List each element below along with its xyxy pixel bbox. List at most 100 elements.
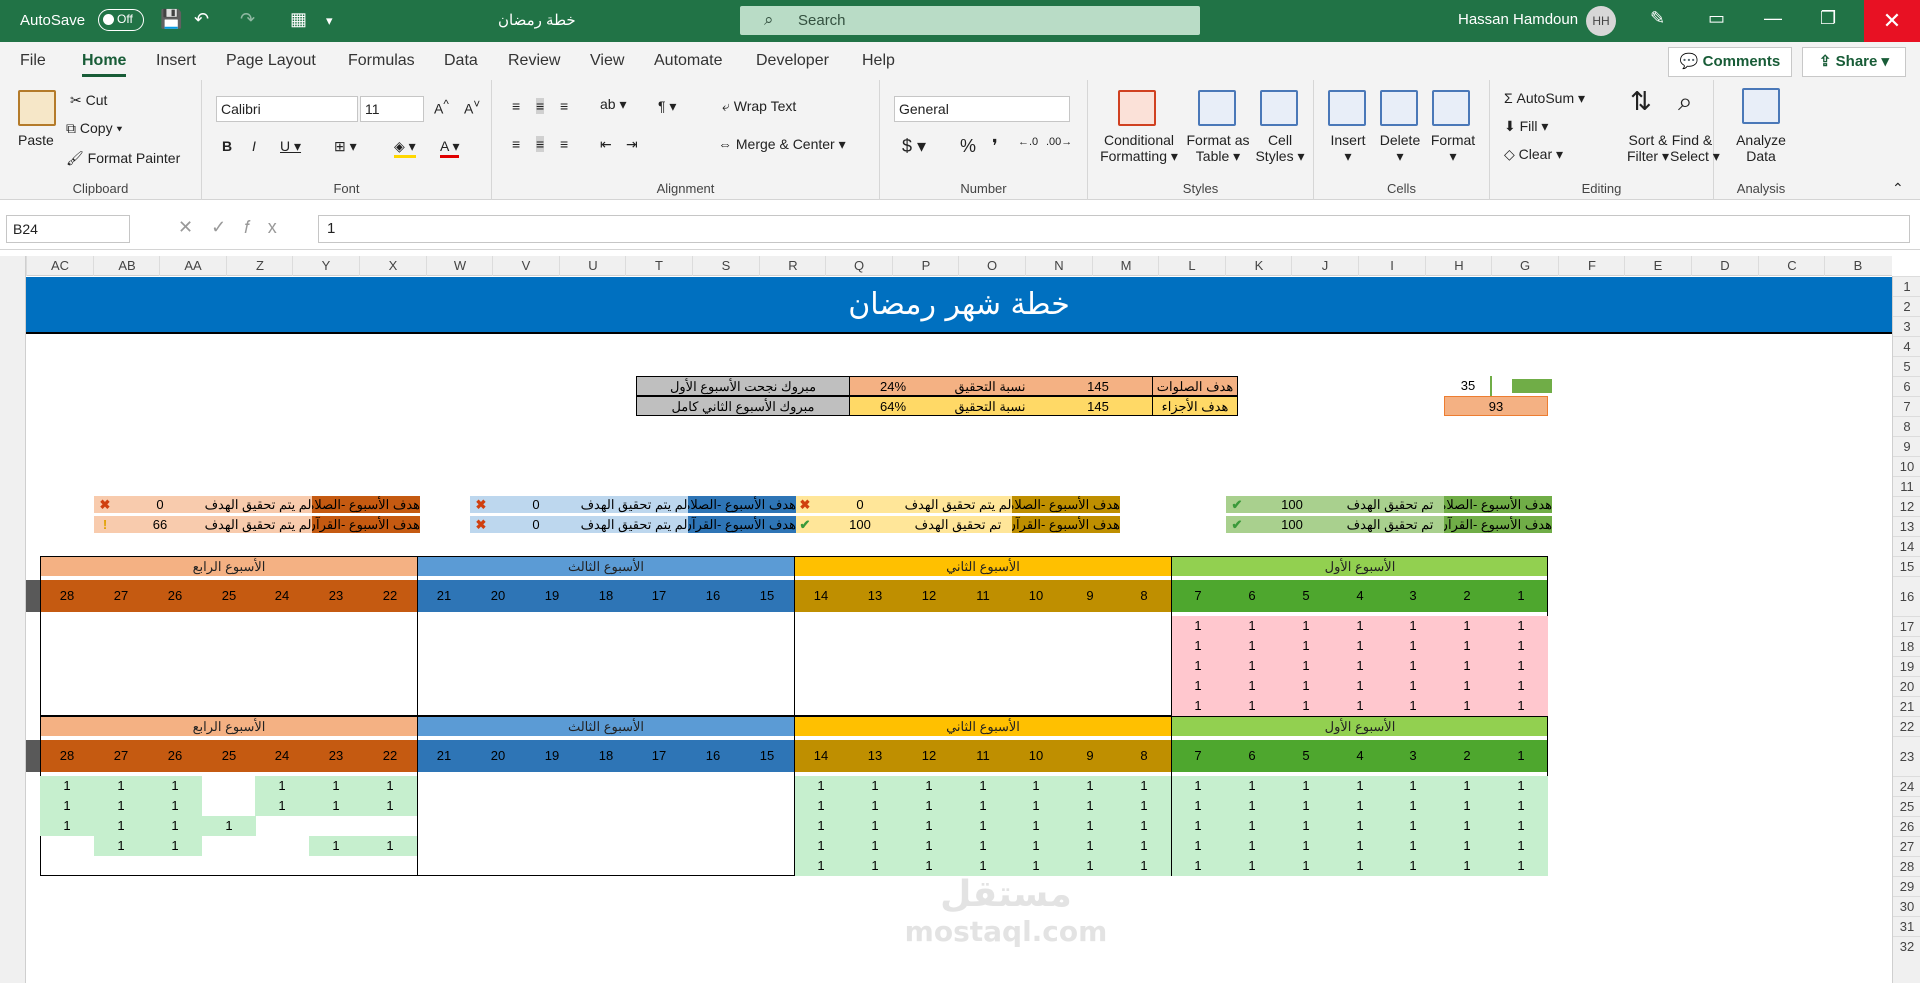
data-cell[interactable]: 1: [1494, 636, 1548, 656]
formula-icons[interactable]: ✕✓𝑓x: [178, 217, 295, 238]
data-cell[interactable]: 1: [1333, 636, 1387, 656]
undo-icon[interactable]: ↶: [194, 9, 209, 30]
data-cell[interactable]: 1: [1333, 616, 1387, 636]
day-header[interactable]: 6: [1225, 580, 1279, 612]
day-header[interactable]: 23: [309, 740, 363, 772]
data-cell[interactable]: 1: [1225, 616, 1279, 636]
day-header[interactable]: 28: [40, 740, 94, 772]
vertical-scrollbar[interactable]: [0, 256, 26, 983]
day-header[interactable]: 5: [1279, 740, 1333, 772]
data-cell[interactable]: 1: [1117, 836, 1171, 856]
column-header-l[interactable]: L: [1158, 256, 1225, 276]
column-header-k[interactable]: K: [1225, 256, 1292, 276]
day-header[interactable]: 20: [471, 740, 525, 772]
decrease-decimal-icon[interactable]: .00→: [1046, 136, 1072, 148]
row-header-15[interactable]: 15: [1893, 556, 1920, 576]
goal-status[interactable]: تم تحقيق الهدف: [1336, 496, 1444, 513]
side-fill-green[interactable]: [1512, 379, 1552, 393]
column-header-v[interactable]: V: [492, 256, 559, 276]
data-cell[interactable]: 1: [1063, 836, 1117, 856]
currency-icon[interactable]: $ ▾: [902, 136, 926, 157]
data-cell[interactable]: 1: [902, 856, 956, 876]
data-cell[interactable]: 1: [794, 836, 848, 856]
insert-button[interactable]: Insert ▾: [1326, 132, 1370, 165]
row-header-30[interactable]: 30: [1893, 896, 1920, 916]
day-header[interactable]: 20: [471, 580, 525, 612]
data-cell[interactable]: 1: [1440, 696, 1494, 716]
day-header[interactable]: 14: [794, 580, 848, 612]
data-cell[interactable]: 1: [1279, 616, 1333, 636]
customize-qat-icon[interactable]: ▾: [326, 13, 333, 29]
day-header[interactable]: 4: [1333, 580, 1387, 612]
day-header[interactable]: 2: [1440, 740, 1494, 772]
analyze-data-button[interactable]: Analyze Data: [1726, 132, 1796, 164]
day-header[interactable]: 24: [255, 740, 309, 772]
data-cell[interactable]: 1: [1494, 836, 1548, 856]
week-header[interactable]: الأسبوع الثاني: [794, 556, 1171, 576]
column-header-t[interactable]: T: [625, 256, 692, 276]
data-cell[interactable]: 1: [1009, 796, 1063, 816]
paste-icon[interactable]: [18, 90, 56, 126]
format-painter-button[interactable]: 🖌 Format Painter: [66, 150, 180, 167]
data-cell[interactable]: 1: [148, 836, 202, 856]
data-cell[interactable]: 1: [1279, 636, 1333, 656]
data-cell[interactable]: 1: [1386, 656, 1440, 676]
data-cell[interactable]: 1: [1171, 856, 1225, 876]
data-cell[interactable]: 1: [94, 796, 148, 816]
data-cell[interactable]: 1: [255, 776, 309, 796]
row-header-14[interactable]: 14: [1893, 536, 1920, 556]
data-cell[interactable]: 1: [902, 816, 956, 836]
align-center-icon[interactable]: ≡: [536, 136, 545, 152]
redo-icon[interactable]: ↷: [240, 9, 255, 30]
day-header[interactable]: 3: [1386, 580, 1440, 612]
column-header-x[interactable]: X: [359, 256, 426, 276]
day-header[interactable]: 10: [1009, 580, 1063, 612]
day-header[interactable]: 27: [94, 740, 148, 772]
clear-button[interactable]: ◇ Clear ▾: [1504, 146, 1563, 163]
column-header-b[interactable]: B: [1824, 256, 1891, 276]
goal-value[interactable]: 0: [816, 496, 904, 513]
data-cell[interactable]: 1: [848, 856, 902, 876]
align-middle-icon[interactable]: ≡: [536, 98, 545, 114]
day-header[interactable]: 1: [1494, 740, 1548, 772]
data-cell[interactable]: 1: [1171, 796, 1225, 816]
data-cell[interactable]: 1: [309, 836, 363, 856]
data-cell[interactable]: 1: [1279, 856, 1333, 876]
data-cell[interactable]: 1: [1279, 796, 1333, 816]
align-top-icon[interactable]: ≡: [512, 98, 520, 114]
row-header-1[interactable]: 1: [1893, 276, 1920, 296]
data-cell[interactable]: 1: [902, 796, 956, 816]
row-header-31[interactable]: 31: [1893, 916, 1920, 936]
lead-cell[interactable]: [26, 740, 40, 772]
name-box[interactable]: B24: [6, 215, 130, 243]
menu-developer[interactable]: Developer: [756, 52, 829, 70]
align-left-icon[interactable]: ≡: [512, 136, 520, 152]
day-header[interactable]: 14: [794, 740, 848, 772]
row-header-22[interactable]: 22: [1893, 716, 1920, 736]
data-cell[interactable]: 1: [956, 836, 1010, 856]
data-cell[interactable]: 1: [309, 796, 363, 816]
row-header-24[interactable]: 24: [1893, 776, 1920, 796]
data-cell[interactable]: 1: [1333, 776, 1387, 796]
data-cell[interactable]: 1: [1063, 856, 1117, 876]
summary-ratio[interactable]: 64%: [850, 396, 936, 416]
data-cell[interactable]: 1: [40, 776, 94, 796]
menu-review[interactable]: Review: [508, 52, 560, 70]
data-cell[interactable]: 1: [794, 776, 848, 796]
analyze-data-icon[interactable]: [1742, 88, 1780, 124]
data-cell[interactable]: 1: [1494, 776, 1548, 796]
pen-icon[interactable]: ✎: [1650, 8, 1665, 29]
week-header[interactable]: الأسبوع الثالث: [417, 556, 794, 576]
data-cell[interactable]: 1: [148, 776, 202, 796]
data-cell[interactable]: 1: [1440, 816, 1494, 836]
data-cell[interactable]: 1: [1333, 656, 1387, 676]
data-cell[interactable]: 1: [956, 776, 1010, 796]
day-header[interactable]: 2: [1440, 580, 1494, 612]
data-cell[interactable]: 1: [1117, 856, 1171, 876]
goal-icon[interactable]: !: [94, 516, 116, 533]
row-header-9[interactable]: 9: [1893, 436, 1920, 456]
data-cell[interactable]: 1: [1333, 676, 1387, 696]
column-header-ac[interactable]: AC: [26, 256, 93, 276]
week-header[interactable]: الأسبوع الثاني: [794, 716, 1171, 736]
number-format-select[interactable]: General: [894, 96, 1070, 122]
